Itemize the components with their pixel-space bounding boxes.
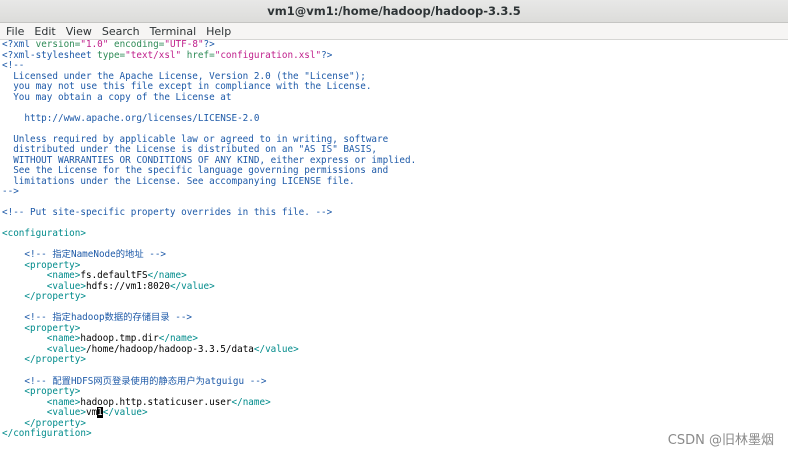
code-token: <name> (46, 396, 81, 408)
editor-line: limitations under the License. See accom… (2, 175, 786, 188)
code-token: hdfs://vm1:8020 (85, 280, 170, 292)
code-token: <!-- 指定NameNode的地址 --> (2, 249, 167, 261)
code-token: </name> (158, 333, 198, 345)
code-token: http://www.apache.org/licenses/LICENSE-2… (2, 112, 260, 124)
code-token: </name> (231, 396, 271, 408)
code-token: <property> (24, 322, 81, 334)
editor-line: </property> (2, 355, 786, 366)
code-token: <configuration> (2, 228, 86, 240)
code-token: vm (85, 407, 98, 419)
code-token: href= (181, 49, 215, 61)
code-token: --> (2, 186, 19, 198)
code-token: <value> (46, 280, 86, 292)
code-token: hadoop.http.staticuser.user (80, 396, 232, 408)
window-title: vm1@vm1:/home/hadoop/hadoop-3.3.5 (267, 4, 521, 18)
code-token: WITHOUT WARRANTIES OR CONDITIONS OF ANY … (2, 154, 417, 166)
csdn-watermark: CSDN @旧林墨烟 (667, 433, 774, 448)
code-token: <value> (46, 343, 86, 355)
editor-line: <value>/home/hadoop/hadoop-3.3.5/data</v… (2, 343, 786, 356)
window-titlebar[interactable]: vm1@vm1:/home/hadoop/hadoop-3.3.5 (0, 0, 788, 23)
editor-line: </property> (2, 292, 786, 303)
code-token: <name> (46, 333, 81, 345)
code-token: ?> (321, 49, 333, 61)
menu-bar: File Edit View Search Terminal Help (0, 23, 788, 40)
code-token: "configuration.xsl" (214, 49, 322, 61)
code-token: type= (97, 49, 126, 61)
code-token: <name> (46, 270, 81, 282)
editor-line: <!-- 指定hadoop数据的存储目录 --> (2, 313, 786, 324)
editor-line: <value>vm1</value> (2, 407, 786, 419)
code-token: <!-- 指定hadoop数据的存储目录 --> (2, 312, 193, 324)
code-token: Licensed under the Apache License, Versi… (2, 70, 366, 82)
editor-line: <!-- 配置HDFS网页登录使用的静态用户为atguigu --> (2, 375, 786, 388)
code-token: Unless required by applicable law or agr… (2, 133, 389, 145)
code-token: /home/hadoop/hadoop-3.3.5/data (85, 343, 254, 355)
code-token: fs.defaultFS (80, 270, 148, 282)
editor-line: </property> (2, 417, 786, 430)
code-token: </value> (169, 280, 215, 292)
code-token: distributed under the License is distrib… (2, 144, 378, 156)
editor-line: <!-- Put site-specific property override… (2, 207, 786, 219)
code-token: <!-- Put site-specific property override… (2, 207, 333, 219)
menu-view[interactable]: View (61, 25, 97, 38)
code-token: <!-- 配置HDFS网页登录使用的静态用户为atguigu --> (2, 375, 267, 387)
editor-line: http://www.apache.org/licenses/LICENSE-2… (2, 112, 786, 125)
code-token: limitations under the License. See accom… (2, 175, 355, 187)
menu-edit[interactable]: Edit (29, 25, 60, 38)
code-token: "1.0" (80, 40, 109, 50)
menu-terminal[interactable]: Terminal (145, 25, 202, 38)
code-token: </value> (253, 343, 299, 355)
editor-line: <!-- 指定NameNode的地址 --> (2, 250, 786, 261)
code-token: </value> (102, 407, 148, 419)
editor-line: <configuration> (2, 229, 786, 240)
editor-line: <value>hdfs://vm1:8020</value> (2, 280, 786, 293)
code-token: ?> (203, 40, 215, 50)
code-token: you may not use this file except in comp… (2, 81, 372, 93)
code-token: <!-- (2, 60, 25, 72)
code-token: You may obtain a copy of the License at (2, 91, 232, 103)
terminal-editor-area[interactable]: <?xml version="1.0" encoding="UTF-8"?> <?… (2, 40, 786, 442)
code-token: <value> (46, 407, 86, 419)
code-token: </name> (147, 270, 187, 282)
code-token: hadoop.tmp.dir (80, 333, 159, 345)
code-token: See the License for the specific languag… (2, 165, 389, 177)
code-token: <?xml-stylesheet (2, 49, 98, 61)
code-token: </property> (24, 354, 86, 366)
editor-line: --> (2, 186, 786, 198)
menu-help[interactable]: Help (201, 25, 236, 38)
code-token: version= (35, 40, 81, 50)
code-token: <?xml (2, 40, 36, 50)
code-token: encoding= (108, 40, 165, 50)
editor-line: <?xml-stylesheet type="text/xsl" href="c… (2, 49, 786, 62)
code-token: <property> (24, 386, 81, 398)
code-token: "text/xsl" (125, 49, 182, 61)
code-token: "UTF-8" (164, 40, 204, 50)
menu-search[interactable]: Search (97, 25, 145, 38)
code-token: </property> (24, 417, 86, 429)
code-token: </configuration> (2, 428, 92, 440)
editor-line: You may obtain a copy of the License at (2, 91, 786, 104)
code-token: </property> (24, 291, 86, 303)
menu-file[interactable]: File (0, 25, 29, 38)
code-token: <property> (24, 259, 81, 271)
